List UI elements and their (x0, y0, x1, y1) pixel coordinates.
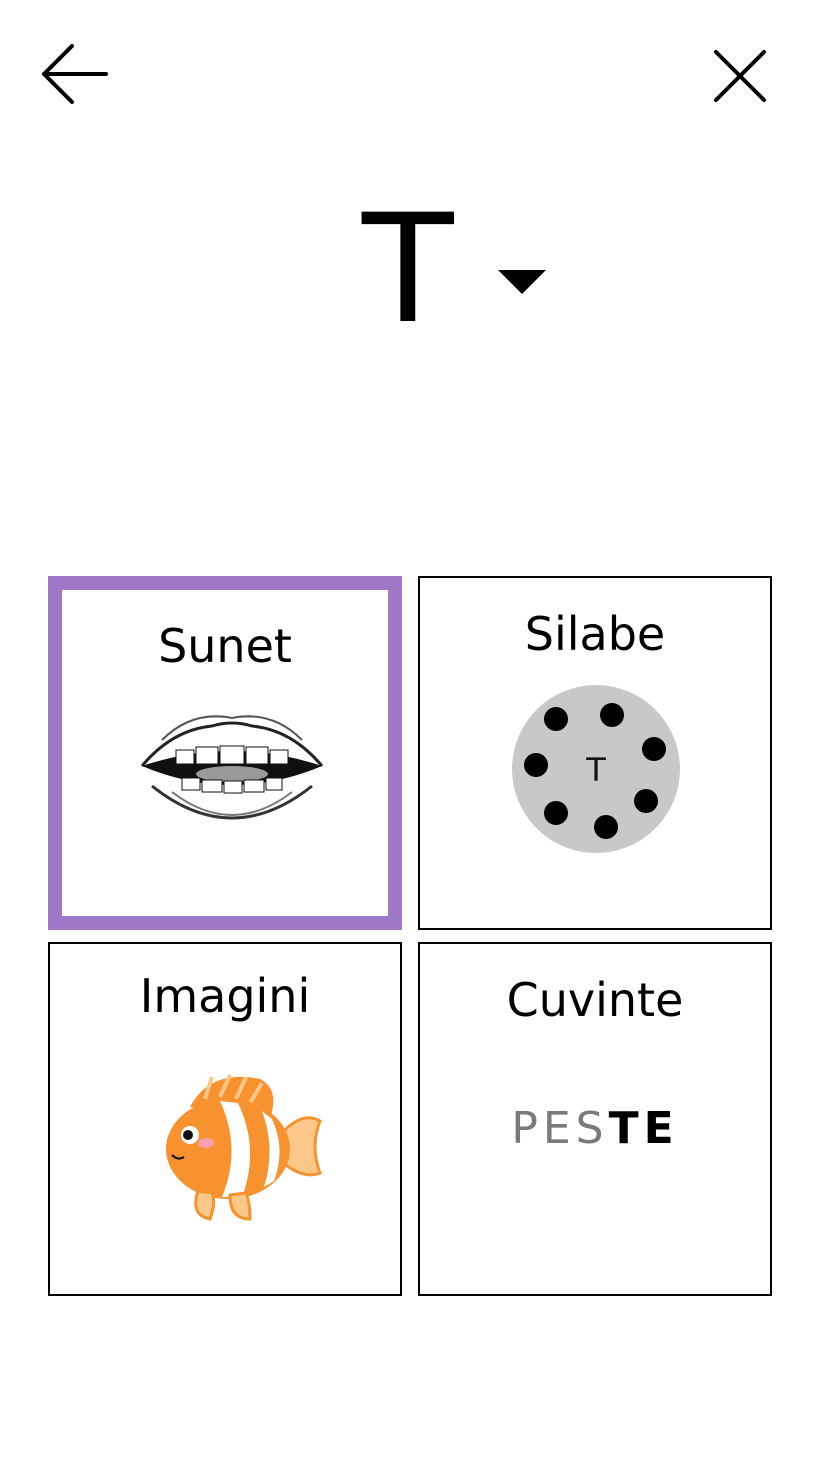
card-silabe[interactable]: Silabe T (418, 576, 772, 930)
mouth-icon (140, 715, 324, 820)
word-target-syllable: TE (608, 1103, 679, 1154)
card-imagini-label: Imagini (139, 969, 311, 1023)
card-cuvinte[interactable]: Cuvinte PESTE (418, 942, 772, 1296)
close-button[interactable] (710, 46, 770, 106)
caret-down-icon (498, 270, 546, 294)
card-sunet-label: Sunet (158, 619, 292, 673)
selected-letter: T (362, 183, 454, 357)
fish-icon (166, 1074, 322, 1221)
back-button[interactable] (40, 42, 110, 106)
card-sunet[interactable]: Sunet (48, 576, 402, 930)
letter-selector[interactable]: T (340, 190, 570, 350)
card-imagini[interactable]: Imagini (48, 942, 402, 1296)
syllable-wheel-icon: T (512, 685, 680, 853)
example-word: PESTE (420, 1104, 770, 1154)
arrow-left-icon (42, 44, 108, 104)
close-icon (714, 50, 766, 102)
card-cuvinte-label: Cuvinte (506, 973, 684, 1027)
word-prefix: PES (511, 1103, 609, 1154)
syllable-center-letter: T (585, 751, 606, 789)
card-silabe-label: Silabe (524, 607, 666, 661)
